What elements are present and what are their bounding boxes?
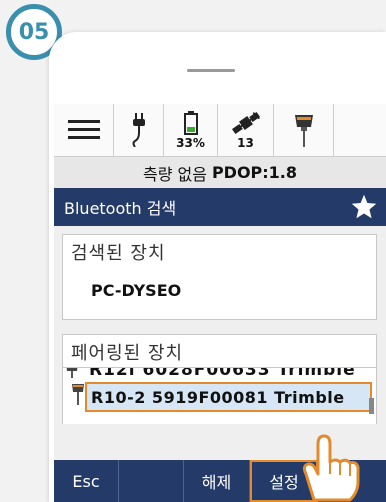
paired-devices-heading: 페어링된 장치	[71, 343, 184, 364]
gnss-receiver-icon	[294, 115, 313, 147]
satellite-label: 13	[237, 135, 254, 150]
battery-icon	[183, 110, 198, 135]
release-button[interactable]: 해제	[184, 460, 250, 502]
menu-button[interactable]	[54, 104, 114, 156]
receiver-icon	[66, 368, 78, 378]
receiver-status[interactable]	[274, 104, 334, 156]
paired-devices-group: 페어링된 장치	[62, 334, 377, 368]
star-icon[interactable]	[350, 193, 378, 221]
pdop-text: PDOP:1.8	[211, 163, 298, 182]
pointing-hand-icon	[302, 434, 360, 502]
status-overflow	[334, 104, 386, 156]
empty-softkey[interactable]	[119, 460, 184, 502]
found-device-item[interactable]: PC-DYSEO	[91, 281, 181, 300]
page-title: Bluetooth 검색	[64, 199, 177, 218]
battery-label: 33%	[176, 135, 205, 150]
survey-status-line: 측량 없음 PDOP:1.8	[54, 157, 386, 188]
satellite-icon	[231, 111, 260, 134]
hamburger-icon	[67, 120, 100, 139]
list-scrollbar[interactable]	[369, 398, 374, 414]
paired-device-row-selected[interactable]: R10-2 5919F00081 Trimble	[85, 382, 372, 412]
selected-device-label: R10-2 5919F00081 Trimble	[91, 387, 345, 407]
battery-status[interactable]: 33%	[164, 104, 218, 156]
esc-button[interactable]: Esc	[54, 460, 119, 502]
found-devices-heading: 검색된 장치	[71, 243, 166, 264]
status-bar: 33% 13	[54, 104, 386, 157]
device-speaker	[187, 69, 235, 72]
esc-label: Esc	[72, 471, 100, 491]
found-devices-group: 검색된 장치 PC-DYSEO	[62, 234, 377, 320]
receiver-icon	[72, 384, 84, 405]
release-label: 해제	[201, 473, 232, 492]
partial-device-label: R12i 6028F00633 Trimble	[89, 368, 356, 378]
plug-icon	[132, 113, 145, 147]
no-survey-text: 측량 없음	[142, 164, 207, 184]
power-status[interactable]	[114, 104, 164, 156]
paired-devices-list[interactable]: R12i 6028F00633 Trimble R10-2 5919F00081…	[62, 368, 377, 424]
paired-device-row-partial[interactable]: R12i 6028F00633 Trimble	[63, 368, 376, 378]
title-bar: Bluetooth 검색	[54, 188, 386, 226]
step-number: 05	[18, 19, 50, 45]
satellite-status[interactable]: 13	[218, 104, 274, 156]
